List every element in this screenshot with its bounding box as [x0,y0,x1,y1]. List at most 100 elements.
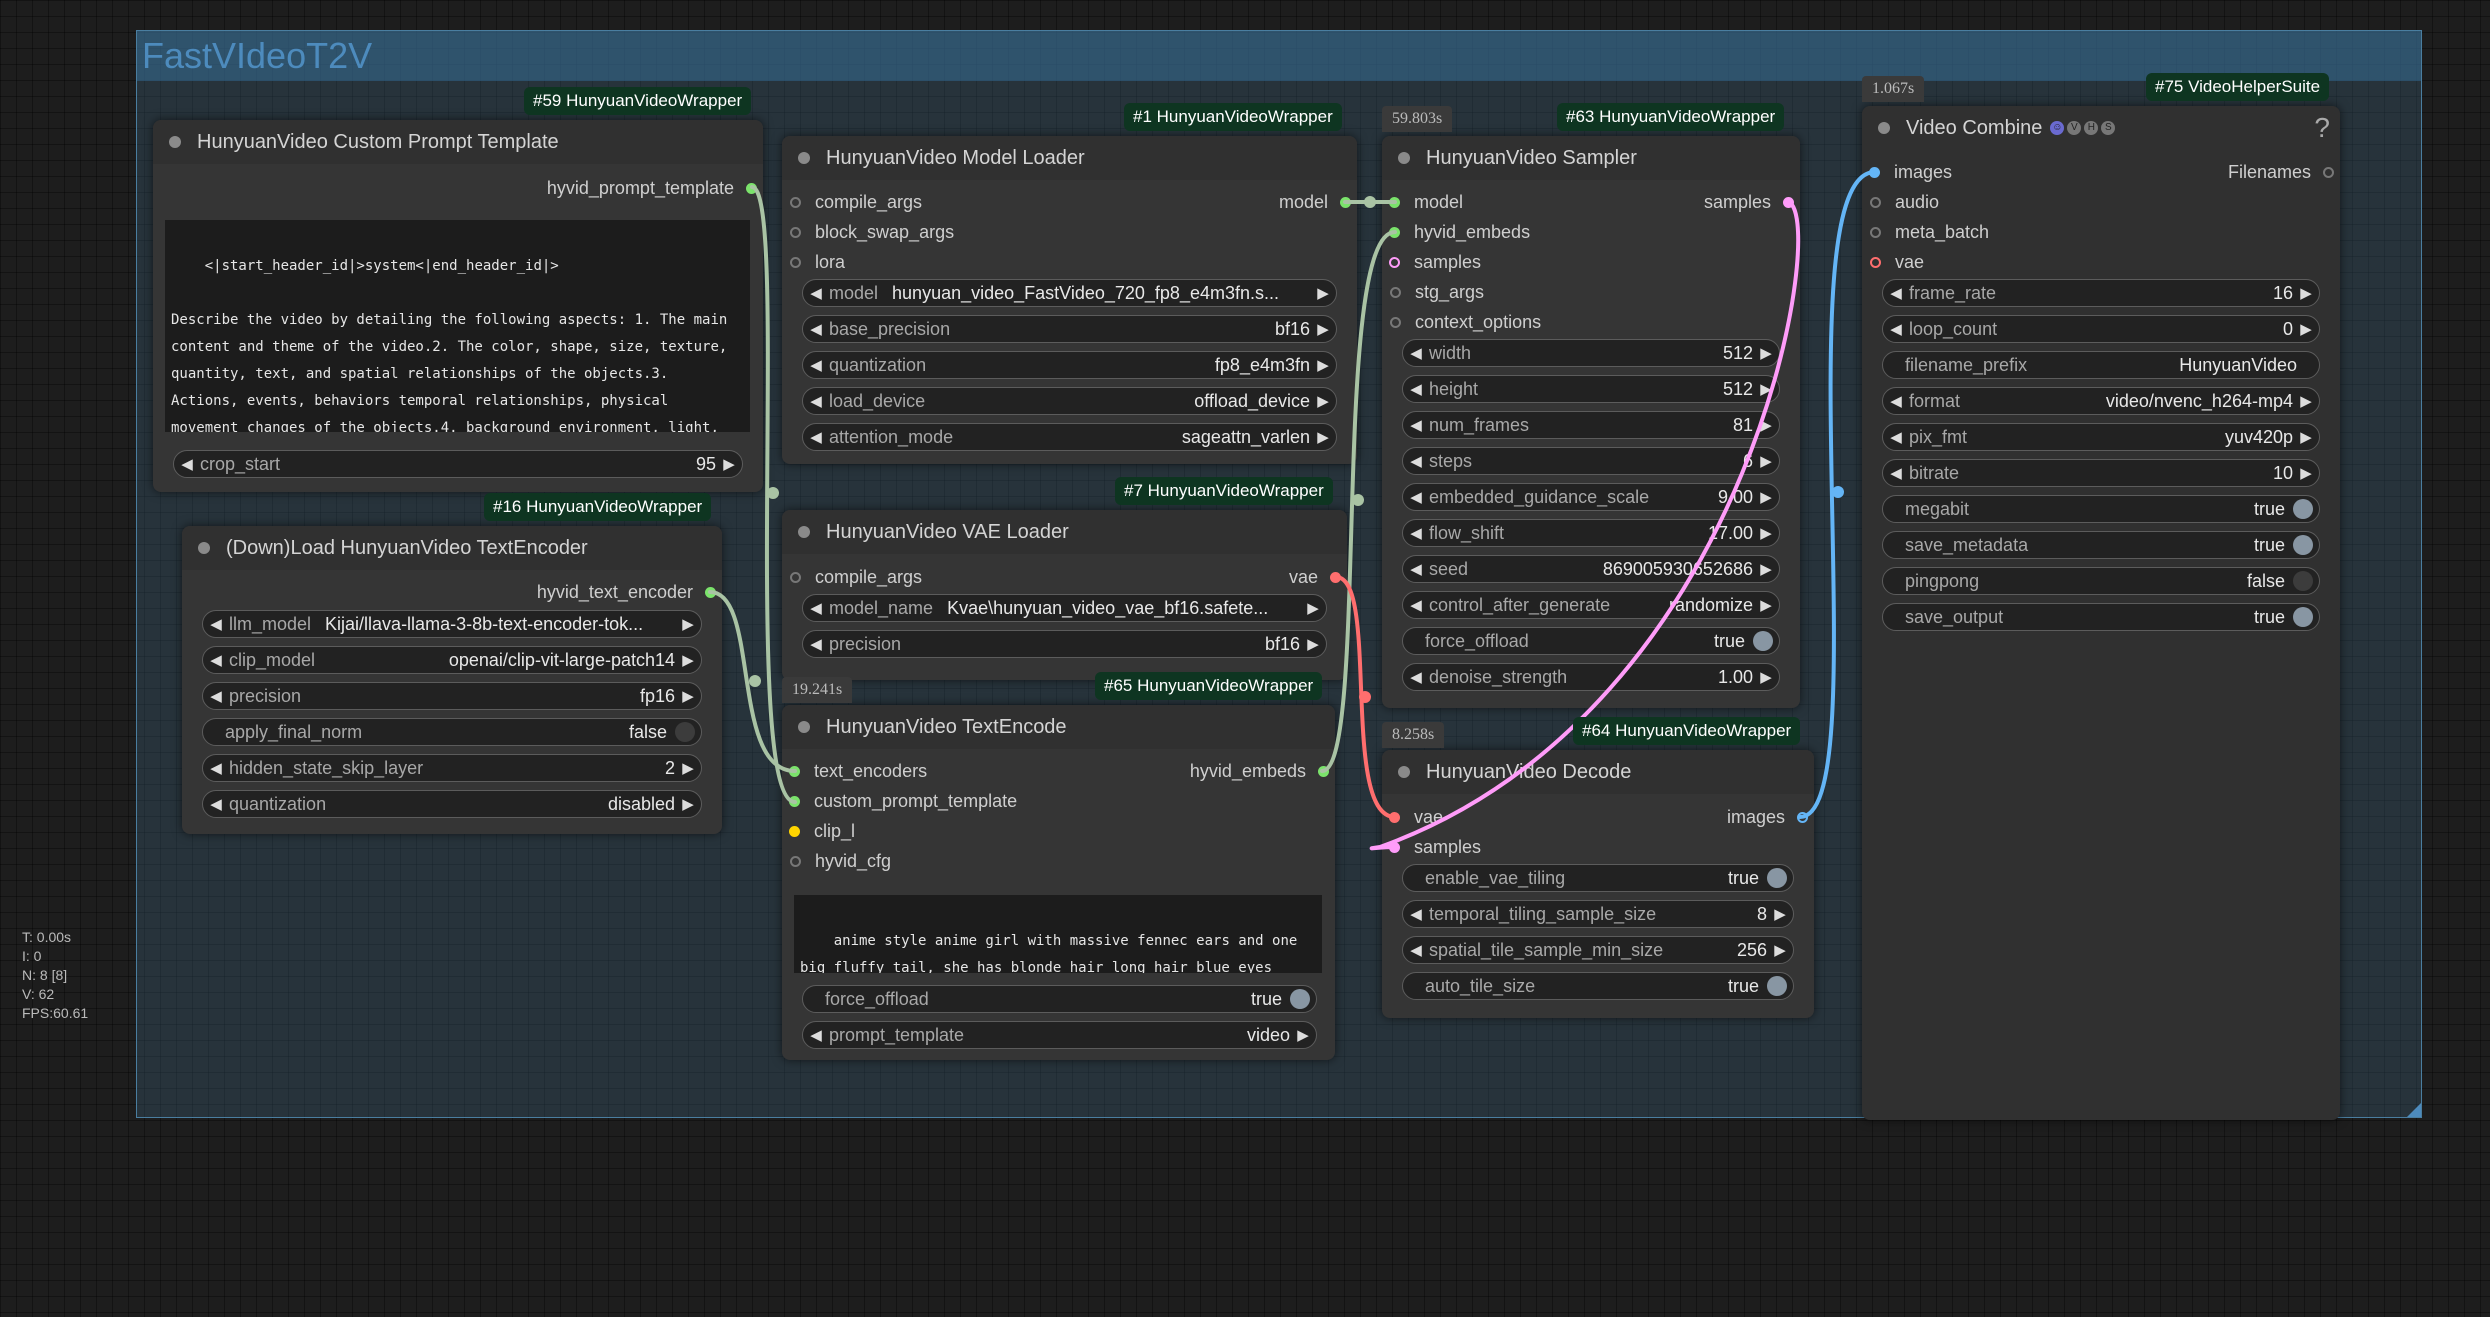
output-vae[interactable]: vae [1289,564,1341,590]
increment-arrow-icon[interactable]: ▶ [2293,320,2319,338]
increment-arrow-icon[interactable]: ▶ [1753,488,1779,506]
decrement-arrow-icon[interactable]: ◀ [203,651,229,669]
decrement-arrow-icon[interactable]: ◀ [803,1026,829,1044]
input-meta-batch[interactable]: meta_batch [1870,219,1989,245]
widget-format[interactable]: ◀ format video/nvenc_h264-mp4 ▶ [1882,387,2320,415]
widget-loop-count[interactable]: ◀ loop_count 0 ▶ [1882,315,2320,343]
input-dot-icon[interactable] [789,825,800,837]
widget-force-offload[interactable]: force_offload true [802,985,1317,1013]
decrement-arrow-icon[interactable]: ◀ [1403,905,1429,923]
collapse-dot-icon[interactable] [798,526,810,538]
decrement-arrow-icon[interactable]: ◀ [1883,284,1909,302]
toggle-knob-icon[interactable] [1767,868,1787,888]
prompt-textarea[interactable]: anime style anime girl with massive fenn… [794,895,1322,973]
node-text-encode[interactable]: HunyuanVideo TextEncode text_encoders cu… [782,705,1335,1060]
increment-arrow-icon[interactable]: ▶ [1310,356,1336,374]
increment-arrow-icon[interactable]: ▶ [1753,524,1779,542]
output-dot-icon[interactable] [1340,196,1351,208]
increment-arrow-icon[interactable]: ▶ [675,795,701,813]
output-hyvid-prompt-template[interactable]: hyvid_prompt_template [547,175,757,201]
widget-spatial-tile-sample-min-size[interactable]: ◀ spatial_tile_sample_min_size 256 ▶ [1402,936,1794,964]
input-hyvid-embeds[interactable]: hyvid_embeds [1389,219,1530,245]
toggle-knob-icon[interactable] [2293,535,2313,555]
input-lora[interactable]: lora [790,249,845,275]
output-dot-icon[interactable] [746,182,757,194]
node-vae-loader[interactable]: HunyuanVideo VAE Loader compile_args vae… [782,510,1347,680]
widget-pingpong[interactable]: pingpong false [1882,567,2320,595]
input-compile-args[interactable]: compile_args [790,189,922,215]
input-dot-icon[interactable] [789,795,800,807]
input-dot-icon[interactable] [1870,226,1881,238]
collapse-dot-icon[interactable] [1398,152,1410,164]
input-model[interactable]: model [1389,189,1463,215]
increment-arrow-icon[interactable]: ▶ [1753,596,1779,614]
decrement-arrow-icon[interactable]: ◀ [174,455,200,473]
input-dot-icon[interactable] [790,571,801,583]
increment-arrow-icon[interactable]: ▶ [2293,392,2319,410]
decrement-arrow-icon[interactable]: ◀ [203,687,229,705]
widget-control-after-generate[interactable]: ◀ control_after_generate randomize ▶ [1402,591,1780,619]
collapse-dot-icon[interactable] [169,136,181,148]
input-dot-icon[interactable] [1870,256,1881,268]
decrement-arrow-icon[interactable]: ◀ [803,284,829,302]
widget-quantization[interactable]: ◀ quantization fp8_e4m3fn ▶ [802,351,1337,379]
decrement-arrow-icon[interactable]: ◀ [803,356,829,374]
input-dot-icon[interactable] [790,196,801,208]
output-samples[interactable]: samples [1704,189,1794,215]
widget-precision[interactable]: ◀ precision fp16 ▶ [202,682,702,710]
widget-base-precision[interactable]: ◀ base_precision bf16 ▶ [802,315,1337,343]
toggle-knob-icon[interactable] [2293,499,2313,519]
group-title[interactable]: FastVIdeoT2V [142,35,372,77]
increment-arrow-icon[interactable]: ▶ [1753,560,1779,578]
output-dot-icon[interactable] [705,586,716,598]
increment-arrow-icon[interactable]: ▶ [1310,392,1336,410]
input-samples[interactable]: samples [1389,834,1481,860]
decrement-arrow-icon[interactable]: ◀ [1883,464,1909,482]
output-dot-icon[interactable] [1318,765,1329,777]
node-sampler[interactable]: HunyuanVideo Sampler model hyvid_embeds … [1382,136,1800,708]
decrement-arrow-icon[interactable]: ◀ [1883,428,1909,446]
decrement-arrow-icon[interactable]: ◀ [803,635,829,653]
widget-apply-final-norm[interactable]: apply_final_norm false [202,718,702,746]
output-dot-icon[interactable] [1783,196,1794,208]
widget-auto-tile-size[interactable]: auto_tile_size true [1402,972,1794,1000]
widget-prompt-template[interactable]: ◀ prompt_template video ▶ [802,1021,1317,1049]
input-dot-icon[interactable] [1870,196,1881,208]
node-custom-prompt-template[interactable]: HunyuanVideo Custom Prompt Template hyvi… [153,120,763,492]
decrement-arrow-icon[interactable]: ◀ [1403,344,1429,362]
widget-hidden-state-skip-layer[interactable]: ◀ hidden_state_skip_layer 2 ▶ [202,754,702,782]
decrement-arrow-icon[interactable]: ◀ [1403,668,1429,686]
widget-load-device[interactable]: ◀ load_device offload_device ▶ [802,387,1337,415]
output-hyvid-text-encoder[interactable]: hyvid_text_encoder [537,579,716,605]
increment-arrow-icon[interactable]: ▶ [1310,320,1336,338]
node-header[interactable]: HunyuanVideo VAE Loader [782,510,1347,554]
input-block-swap-args[interactable]: block_swap_args [790,219,954,245]
node-header[interactable]: HunyuanVideo TextEncode [782,705,1335,749]
group-resize-handle[interactable] [2407,1103,2421,1117]
increment-arrow-icon[interactable]: ▶ [716,455,742,473]
widget-attention-mode[interactable]: ◀ attention_mode sageattn_varlen ▶ [802,423,1337,451]
output-filenames[interactable]: Filenames [2228,159,2334,185]
input-samples[interactable]: samples [1389,249,1481,275]
widget-clip-model[interactable]: ◀ clip_model openai/clip-vit-large-patch… [202,646,702,674]
widget-enable-vae-tiling[interactable]: enable_vae_tiling true [1402,864,1794,892]
increment-arrow-icon[interactable]: ▶ [675,687,701,705]
output-dot-icon[interactable] [2323,166,2334,178]
input-dot-icon[interactable] [1869,166,1880,178]
widget-crop-start[interactable]: ◀ crop_start 95 ▶ [173,450,743,478]
collapse-dot-icon[interactable] [798,721,810,733]
widget-height[interactable]: ◀ height 512 ▶ [1402,375,1780,403]
collapse-dot-icon[interactable] [1878,122,1890,134]
collapse-dot-icon[interactable] [198,542,210,554]
increment-arrow-icon[interactable]: ▶ [1753,344,1779,362]
widget-denoise-strength[interactable]: ◀ denoise_strength 1.00 ▶ [1402,663,1780,691]
decrement-arrow-icon[interactable]: ◀ [1403,941,1429,959]
increment-arrow-icon[interactable]: ▶ [1290,1026,1316,1044]
input-stg-args[interactable]: stg_args [1390,279,1484,305]
input-hyvid-cfg[interactable]: hyvid_cfg [790,848,891,874]
input-dot-icon[interactable] [1389,196,1400,208]
toggle-knob-icon[interactable] [1753,631,1773,651]
input-vae[interactable]: vae [1389,804,1443,830]
output-dot-icon[interactable] [1330,571,1341,583]
decrement-arrow-icon[interactable]: ◀ [203,795,229,813]
